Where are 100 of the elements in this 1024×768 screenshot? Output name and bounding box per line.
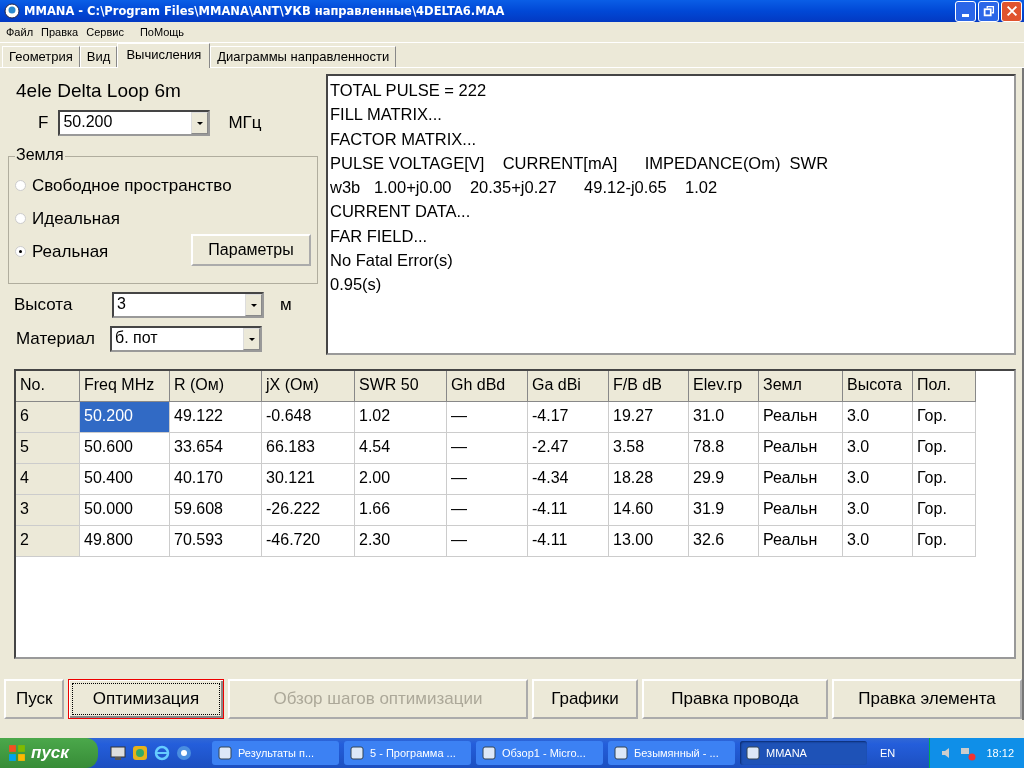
table-cell: Реальн [759, 495, 843, 526]
table-cell: 19.27 [609, 402, 689, 433]
table-cell: 13.00 [609, 526, 689, 557]
minimize-button[interactable] [955, 0, 976, 22]
table-cell: 50.600 [80, 433, 170, 464]
restore-icon [981, 4, 996, 18]
log-line: FACTOR MATRIX... [330, 128, 478, 150]
table-cell: 49.800 [80, 526, 170, 557]
menu-item[interactable]: ПоМощь [137, 26, 191, 38]
table-cell: 59.608 [170, 495, 262, 526]
table-cell: -4.17 [528, 402, 609, 433]
close-button[interactable] [1001, 0, 1022, 22]
action-button[interactable]: Оптимизация [68, 679, 224, 719]
table-cell: — [447, 433, 528, 464]
column-header[interactable]: Elev.гр [689, 371, 759, 402]
table-cell: Гор. [913, 526, 976, 557]
radio-option[interactable]: Свободное пространство [15, 169, 232, 202]
tab[interactable]: Диаграммы направленности [210, 46, 397, 67]
radio-option[interactable]: Идеальная [15, 202, 120, 235]
material-combo[interactable]: б. пот [110, 326, 262, 352]
clock: 18:12 [986, 747, 1014, 759]
radio-option[interactable]: Реальная [15, 235, 109, 268]
table-cell: 50.200 [80, 402, 170, 433]
action-button[interactable]: Правка провода [642, 679, 828, 719]
window-title: MMANA - C:\Program Files\MMANA\ANT\УКВ направленные\4DELTA6.MAA [24, 4, 506, 18]
taskbar-button[interactable]: Обзор1 - Micro... [476, 741, 603, 765]
material-label: Материал [16, 329, 96, 349]
table-cell: 6 [16, 402, 80, 433]
browser-icon[interactable] [154, 745, 170, 761]
table-cell: Гор. [913, 464, 976, 495]
menu-item[interactable]: Правка [39, 26, 85, 38]
column-header[interactable]: Земл [759, 371, 843, 402]
column-header[interactable]: jX (Ом) [262, 371, 355, 402]
menu-item[interactable]: Файл [4, 26, 40, 38]
column-header[interactable]: Freq MHz [80, 371, 170, 402]
restore-button[interactable] [978, 0, 999, 22]
column-header[interactable]: Ga dBi [528, 371, 609, 402]
minimize-icon [962, 13, 969, 17]
table-cell: 3.58 [609, 433, 689, 464]
table-cell: 78.8 [689, 433, 759, 464]
table-cell: 14.60 [609, 495, 689, 526]
globe-icon [4, 3, 20, 19]
window-icon [745, 745, 761, 761]
column-header[interactable]: Пол. [913, 371, 976, 402]
table-cell: -0.648 [262, 402, 355, 433]
unit-label: МГц [228, 113, 262, 133]
tab[interactable]: Вычисления [117, 43, 211, 68]
log-line: FAR FIELD... [330, 225, 429, 247]
parameters-button[interactable]: Параметры [191, 234, 311, 266]
frequency-combo[interactable]: 50.200 [58, 110, 211, 136]
taskbar-button[interactable]: 5 - Программа ... [344, 741, 471, 765]
start-button[interactable]: пуск [0, 738, 98, 768]
network-icon[interactable] [960, 745, 977, 761]
column-header[interactable]: R (Ом) [170, 371, 262, 402]
table-cell: 31.0 [689, 402, 759, 433]
close-icon [1004, 4, 1019, 18]
flag-icon [8, 744, 26, 762]
tab[interactable]: Вид [79, 46, 118, 67]
taskbar-button[interactable]: MMANA [740, 741, 867, 765]
table-cell: Реальн [759, 526, 843, 557]
table-cell: 31.9 [689, 495, 759, 526]
window-icon [481, 745, 497, 761]
table-cell: — [447, 495, 528, 526]
table-cell: 40.170 [170, 464, 262, 495]
action-button[interactable]: Пуск [4, 679, 64, 719]
window-icon [217, 745, 233, 761]
table-cell: 49.122 [170, 402, 262, 433]
table-cell: -4.34 [528, 464, 609, 495]
caret-icon [249, 301, 258, 309]
taskbar-button[interactable]: Безымянный - ... [608, 741, 735, 765]
table-cell: 2.00 [355, 464, 447, 495]
height-combo[interactable]: 3 [112, 292, 264, 318]
table-cell: 70.593 [170, 526, 262, 557]
column-header[interactable]: F/B dB [609, 371, 689, 402]
language-indicator[interactable]: EN [880, 747, 920, 759]
window-icon [349, 745, 365, 761]
action-button[interactable]: Правка элемента [832, 679, 1022, 719]
column-header[interactable]: Gh dBd [447, 371, 528, 402]
log-line: No Fatal Error(s) [330, 250, 454, 272]
table-cell: Гор. [913, 402, 976, 433]
table-cell: 2 [16, 526, 80, 557]
tab[interactable]: Геометрия [2, 46, 80, 67]
table-cell: 3.0 [843, 495, 913, 526]
table-cell: 2.30 [355, 526, 447, 557]
column-header[interactable]: Высота [843, 371, 913, 402]
log-line: PULSE VOLTAGE[V] CURRENT[mA] IMPEDANCE(Om) SWR [330, 152, 830, 174]
table-cell: -46.720 [262, 526, 355, 557]
column-header[interactable]: No. [16, 371, 80, 402]
table-cell: 18.28 [609, 464, 689, 495]
table-cell: -26.222 [262, 495, 355, 526]
menu-item[interactable]: Сервис [84, 26, 130, 38]
table-cell: 1.02 [355, 402, 447, 433]
table-cell: 29.9 [689, 464, 759, 495]
action-button[interactable]: Графики [532, 679, 638, 719]
desktop-icon[interactable] [110, 745, 126, 761]
table-cell: 3.0 [843, 402, 913, 433]
taskbar-button[interactable]: Результаты п... [212, 741, 339, 765]
column-header[interactable]: SWR 50 [355, 371, 447, 402]
table-cell: 30.121 [262, 464, 355, 495]
table-cell: Гор. [913, 495, 976, 526]
